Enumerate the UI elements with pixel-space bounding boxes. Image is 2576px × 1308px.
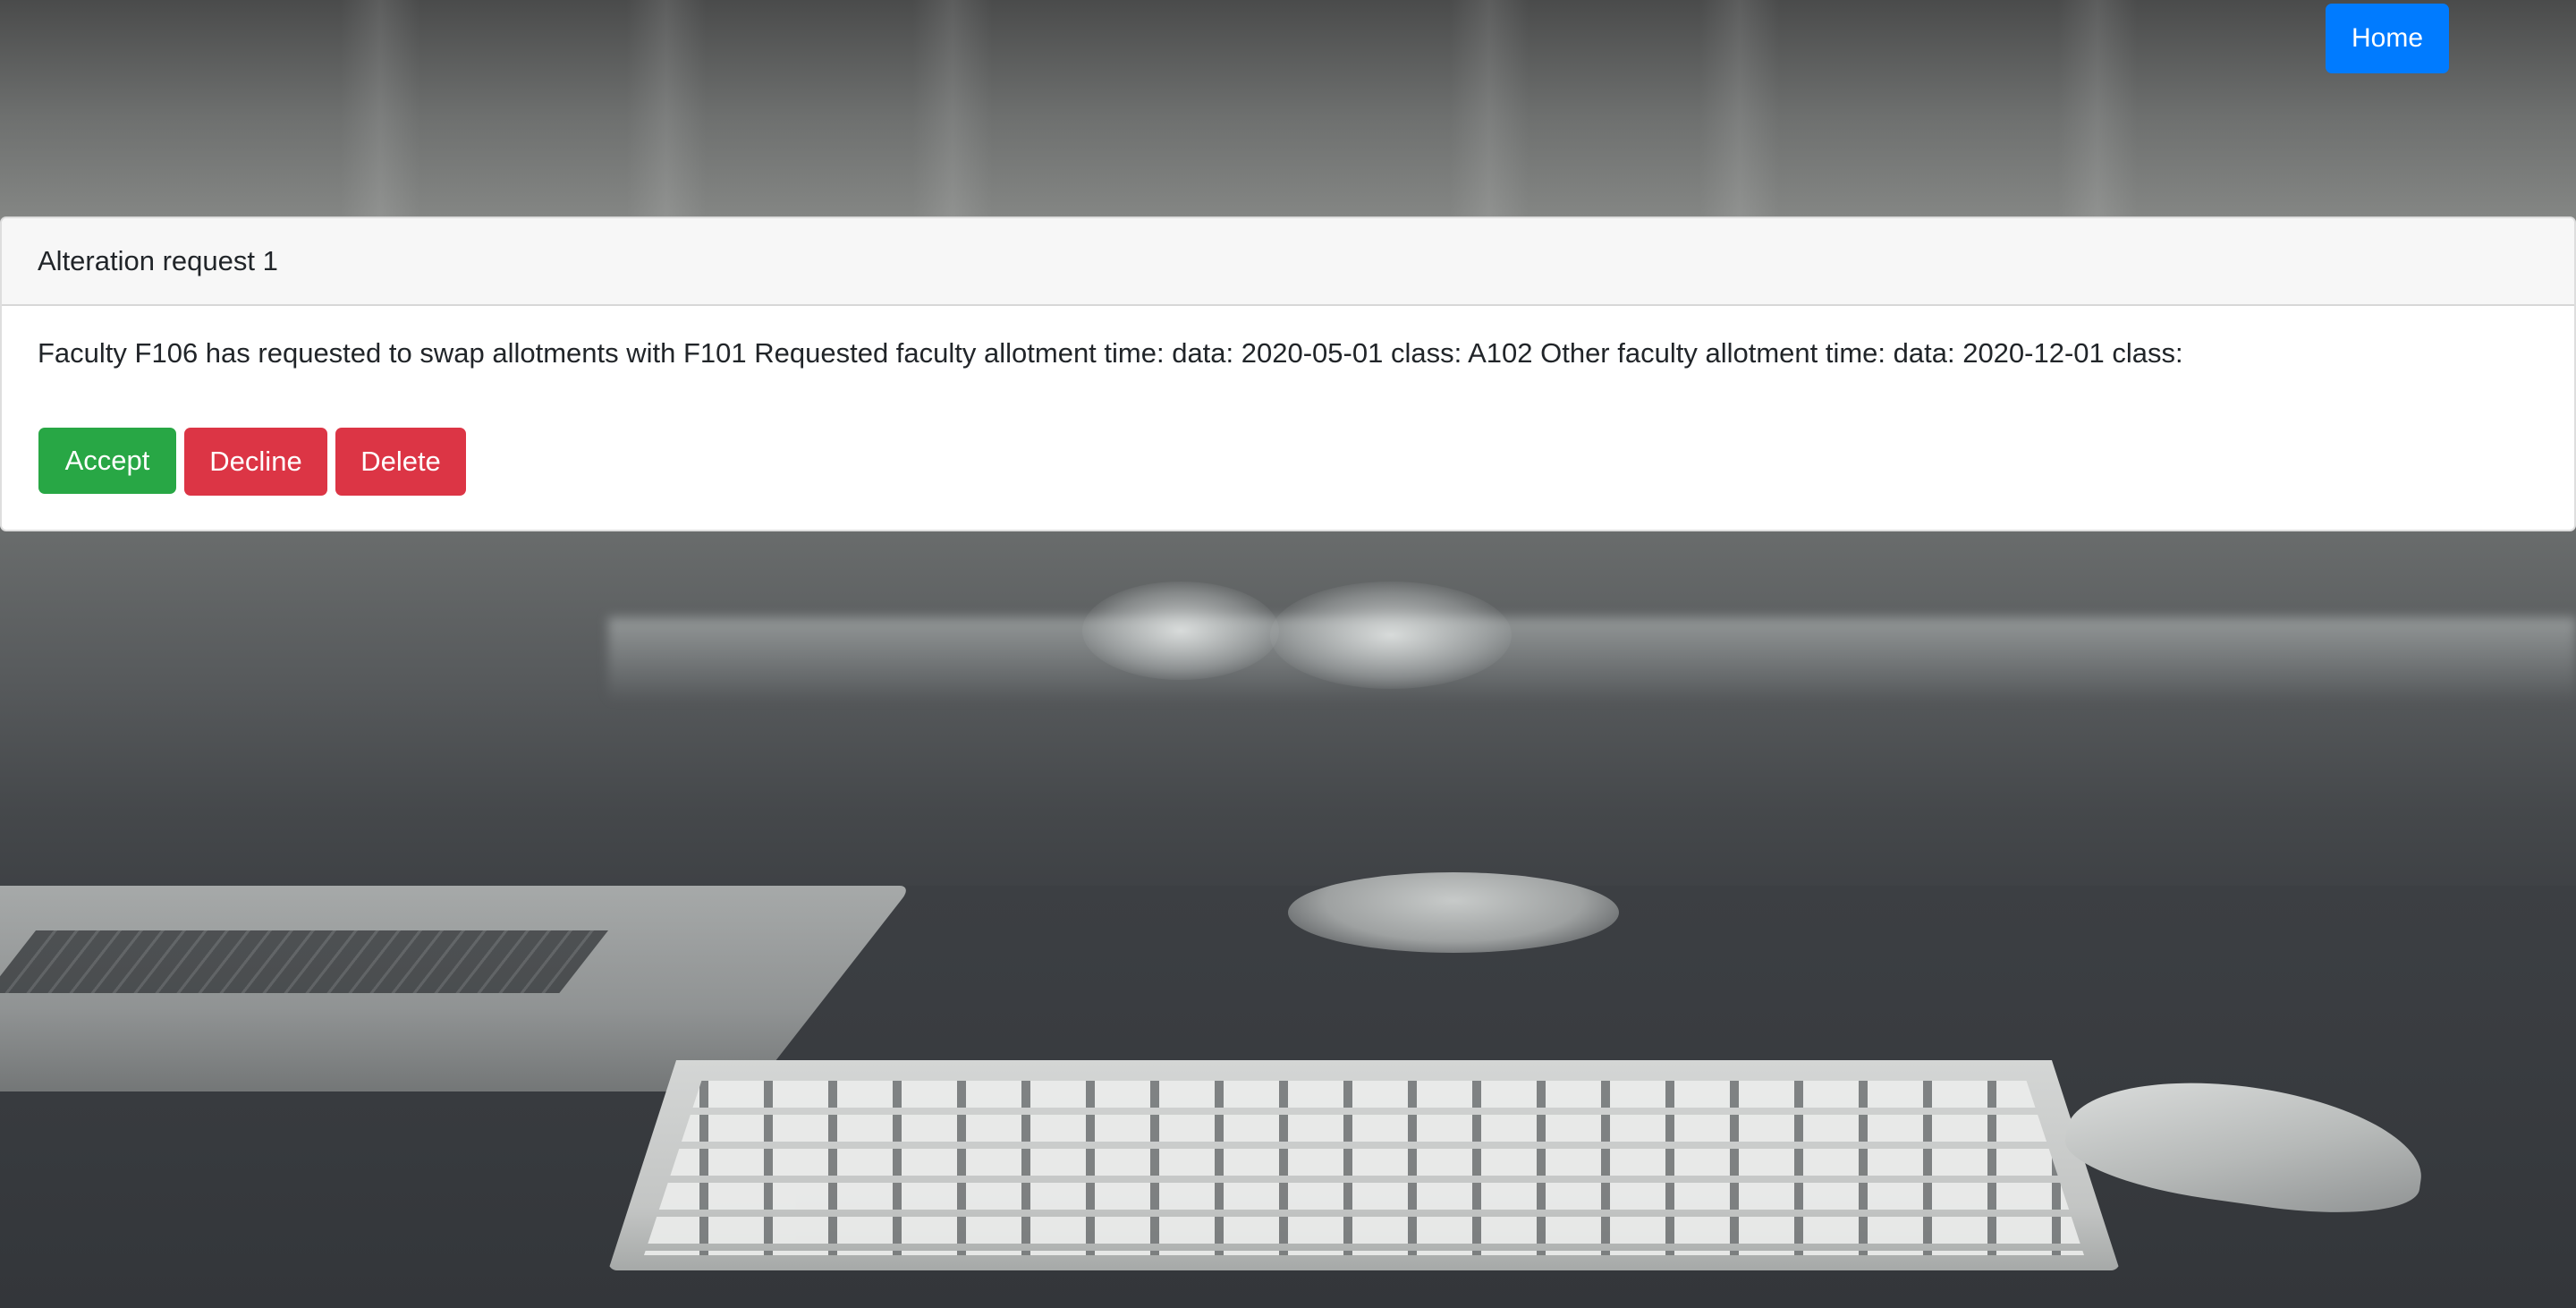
background-bowl xyxy=(1288,872,1619,953)
background-glare xyxy=(1082,582,1279,680)
request-actions: Accept Decline Delete xyxy=(38,428,466,496)
card-body: Faculty F106 has requested to swap allot… xyxy=(2,306,2574,372)
request-message: Faculty F106 has requested to swap allot… xyxy=(38,337,2183,369)
alteration-request-card: Alteration request 1 Faculty F106 has re… xyxy=(0,217,2576,531)
background-glare xyxy=(1270,582,1512,689)
background-laptop-keys xyxy=(0,930,609,993)
home-button[interactable]: Home xyxy=(2326,4,2449,73)
background-photo xyxy=(0,0,2576,1308)
decline-button[interactable]: Decline xyxy=(184,428,327,496)
background-keyboard-keys xyxy=(644,1081,2084,1255)
background-window-sill xyxy=(608,617,2576,702)
delete-button[interactable]: Delete xyxy=(335,428,466,496)
card-header: Alteration request 1 xyxy=(2,218,2574,306)
accept-button[interactable]: Accept xyxy=(38,428,176,494)
